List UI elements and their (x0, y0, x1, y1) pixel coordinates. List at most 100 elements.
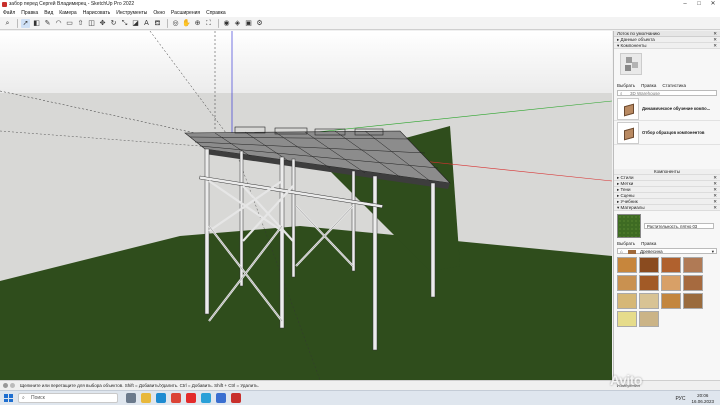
close-button[interactable]: ✕ (706, 0, 720, 9)
component-item[interactable]: Динамическое обучение компо... (614, 97, 720, 121)
menu-file[interactable]: Файл (3, 9, 15, 17)
warehouse-search-input[interactable]: ⌕ 3D Warehouse (617, 90, 717, 96)
taskbar-apps (126, 393, 246, 403)
window-controls: – □ ✕ (678, 0, 720, 9)
extension-manager-icon[interactable]: ⚙ (255, 19, 264, 28)
panel-materials[interactable]: ▾ Материалы ✕ (614, 205, 720, 211)
select-tool-icon[interactable]: ➚ (21, 18, 30, 28)
material-swatch[interactable] (639, 311, 659, 327)
menu-window[interactable]: Окно (153, 9, 165, 17)
mail-icon[interactable] (216, 393, 226, 403)
tab-select[interactable]: Выбрать (617, 241, 635, 247)
pencil-icon[interactable]: ✎ (43, 19, 52, 28)
component-name: Отбор образцов компонентов (642, 130, 705, 135)
menu-draw[interactable]: Нарисовать (83, 9, 110, 17)
material-swatch[interactable] (617, 311, 637, 327)
sketchup-app-icon (2, 2, 7, 7)
info-icon[interactable] (10, 383, 15, 388)
model-scene (0, 31, 612, 380)
push-pull-icon[interactable]: ⇧ (76, 19, 85, 28)
material-swatch[interactable] (661, 275, 681, 291)
material-swatch[interactable] (683, 275, 703, 291)
file-explorer-icon[interactable] (141, 393, 151, 403)
component-list-space (614, 145, 720, 169)
component-thumbnail (617, 121, 639, 144)
material-swatch[interactable] (617, 257, 637, 273)
task-view-icon[interactable] (126, 393, 136, 403)
offset-icon[interactable]: ◫ (87, 19, 96, 28)
paint-bucket-icon[interactable]: ⛾ (153, 19, 162, 28)
material-swatch[interactable] (661, 257, 681, 273)
material-swatch[interactable] (639, 293, 659, 309)
taskbar-search-input[interactable]: ⌕ Поиск (18, 393, 118, 403)
menu-help[interactable]: Справка (206, 9, 226, 17)
tape-measure-icon[interactable]: ◪ (131, 19, 140, 28)
material-swatch[interactable] (639, 257, 659, 273)
search-icon[interactable]: ⌕ (3, 19, 12, 28)
component-item[interactable]: Отбор образцов компонентов (614, 121, 720, 145)
tab-edit[interactable]: Правка (641, 241, 656, 247)
menu-edit[interactable]: Правка (21, 9, 38, 17)
drawing-viewport[interactable] (0, 31, 612, 380)
menu-extensions[interactable]: Расширения (171, 9, 200, 17)
orbit-icon[interactable]: ◎ (171, 19, 180, 28)
rotate-icon[interactable]: ↻ (109, 19, 118, 28)
material-swatch-grid (614, 255, 720, 329)
geo-location-icon[interactable] (3, 383, 8, 388)
zoom-icon[interactable]: ⊕ (193, 19, 202, 28)
material-swatch[interactable] (639, 275, 659, 291)
collection-thumb (628, 249, 636, 254)
arc-icon[interactable]: ◠ (54, 19, 63, 28)
material-swatch[interactable] (617, 293, 637, 309)
sketchup-taskbar-icon[interactable] (231, 393, 241, 403)
avito-watermark: Avito (610, 372, 642, 388)
home-icon: ⌂ (620, 249, 623, 254)
zoom-extents-icon[interactable]: ⛶ (204, 19, 213, 28)
scale-icon[interactable]: ⤡ (120, 19, 129, 28)
material-name-field[interactable]: Растительность, пятно 03 (644, 223, 714, 229)
menu-tools[interactable]: Инструменты (116, 9, 147, 17)
language-indicator[interactable]: РУС (675, 396, 685, 402)
menu-camera[interactable]: Камера (59, 9, 76, 17)
text-icon[interactable]: A (142, 19, 151, 28)
chrome-icon[interactable] (171, 393, 181, 403)
status-text: Щелкните или перетащите для выбора объек… (20, 383, 259, 388)
windows-start-icon[interactable] (4, 394, 13, 402)
main-toolbar: ⌕ ➚ ◧ ✎ ◠ ▭ ⇧ ◫ ✥ ↻ ⤡ ◪ A ⛾ ◎ ✋ ⊕ ⛶ ◉ ◈ … (0, 17, 720, 30)
layout-icon[interactable]: ▣ (244, 19, 253, 28)
rectangle-icon[interactable]: ▭ (65, 19, 74, 28)
material-swatch[interactable] (683, 293, 703, 309)
component-preview (614, 49, 720, 83)
menu-view[interactable]: Вид (44, 9, 53, 17)
extension-warehouse-icon[interactable]: ◈ (233, 19, 242, 28)
material-swatch[interactable] (661, 293, 681, 309)
material-swatch-current[interactable] (617, 214, 641, 238)
pan-icon[interactable]: ✋ (182, 19, 191, 28)
telegram-icon[interactable] (201, 393, 211, 403)
clock[interactable]: 20:06 16.06.2023 (691, 393, 714, 404)
warehouse-icon[interactable]: ◉ (222, 19, 231, 28)
material-tabs: Выбрать Правка (614, 241, 720, 247)
edge-icon[interactable] (156, 393, 166, 403)
tab-statistics[interactable]: Статистика (662, 83, 686, 89)
system-tray: РУС 20:06 16.06.2023 (675, 392, 714, 405)
minimize-button[interactable]: – (678, 0, 692, 9)
maximize-button[interactable]: □ (692, 0, 706, 9)
search-icon: ⌕ (620, 91, 623, 96)
window-title: забор перед Сергей Владимирец - SketchUp… (9, 1, 135, 7)
toolbar-separator (167, 18, 168, 28)
tab-edit[interactable]: Правка (641, 83, 656, 89)
eraser-icon[interactable]: ◧ (32, 19, 41, 28)
tab-select[interactable]: Выбрать (617, 83, 635, 89)
sky (0, 31, 612, 101)
yandex-icon[interactable] (186, 393, 196, 403)
material-swatch[interactable] (683, 257, 703, 273)
material-collection-select[interactable]: ⌂ Древесина ▾ (617, 248, 717, 254)
material-swatch[interactable] (617, 275, 637, 291)
tray-title: Лоток по умолчанию (617, 31, 660, 36)
toolbar-separator (17, 18, 18, 28)
close-icon[interactable]: ✕ (713, 205, 717, 211)
windows-taskbar: ⌕ Поиск РУС 20:06 16.06.2023 (0, 390, 720, 405)
move-icon[interactable]: ✥ (98, 19, 107, 28)
clock-date: 16.06.2023 (691, 398, 714, 404)
